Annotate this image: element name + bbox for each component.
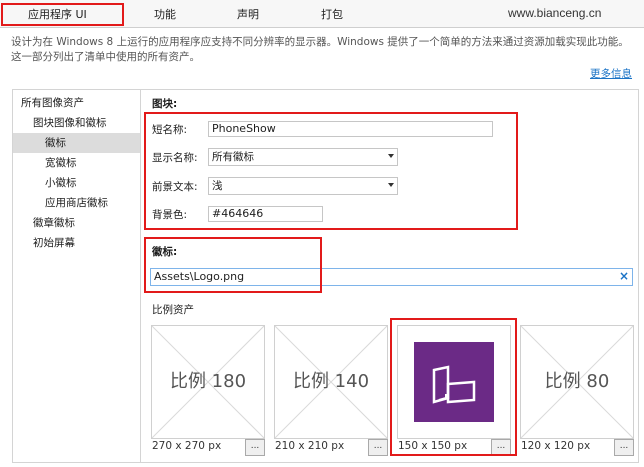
tab-capabilities[interactable]: 功能 [154,6,176,22]
highlight-tab-app-ui [1,3,124,26]
nav-tile-images[interactable]: 图块图像和徽标 [13,113,141,133]
scale-180-browse-button[interactable]: ... [245,439,265,456]
scale-80-label: 比例 80 [544,371,610,392]
asset-nav: 所有图像资产 图块图像和徽标 徽标 宽徽标 小徽标 应用商店徽标 徽章徽标 初始… [12,89,141,463]
nav-badge-logo[interactable]: 徽章徽标 [13,213,141,233]
tab-declarations[interactable]: 声明 [237,6,259,22]
scale-140-browse-button[interactable]: ... [368,439,388,456]
description-text: 设计为在 Windows 8 上运行的应用程序应支持不同分辨率的显示器。Wind… [11,36,629,63]
scale-80-tile[interactable]: 比例 80 [520,325,634,439]
nav-store-logo[interactable]: 应用商店徽标 [13,193,141,213]
nav-wide-logo[interactable]: 宽徽标 [13,153,141,173]
clear-icon[interactable]: × [619,269,629,283]
nav-logo[interactable]: 徽标 [13,133,141,153]
more-info-link[interactable]: 更多信息 [590,66,632,81]
watermark: www.bianceng.cn [508,6,602,20]
scale-140-label: 比例 140 [292,371,370,392]
highlight-logo-section [144,237,322,293]
scale-140-size: 210 x 210 px [275,440,345,452]
highlight-scale-100 [390,318,517,456]
scale-180-size: 270 x 270 px [152,440,222,452]
highlight-tile-section [144,112,518,230]
nav-splash-screen[interactable]: 初始屏幕 [13,233,141,253]
scale-180-tile[interactable]: 比例 180 [151,325,265,439]
nav-all-assets[interactable]: 所有图像资产 [13,93,149,113]
nav-small-logo[interactable]: 小徽标 [13,173,141,193]
scale-140-tile[interactable]: 比例 140 [274,325,388,439]
scale-80-size: 120 x 120 px [521,440,591,452]
tab-packaging[interactable]: 打包 [321,6,343,22]
tile-heading: 图块: [152,98,178,110]
scale-80-browse-button[interactable]: ... [614,439,634,456]
scale-assets-heading: 比例资产 [152,304,194,316]
scale-180-label: 比例 180 [169,371,247,392]
